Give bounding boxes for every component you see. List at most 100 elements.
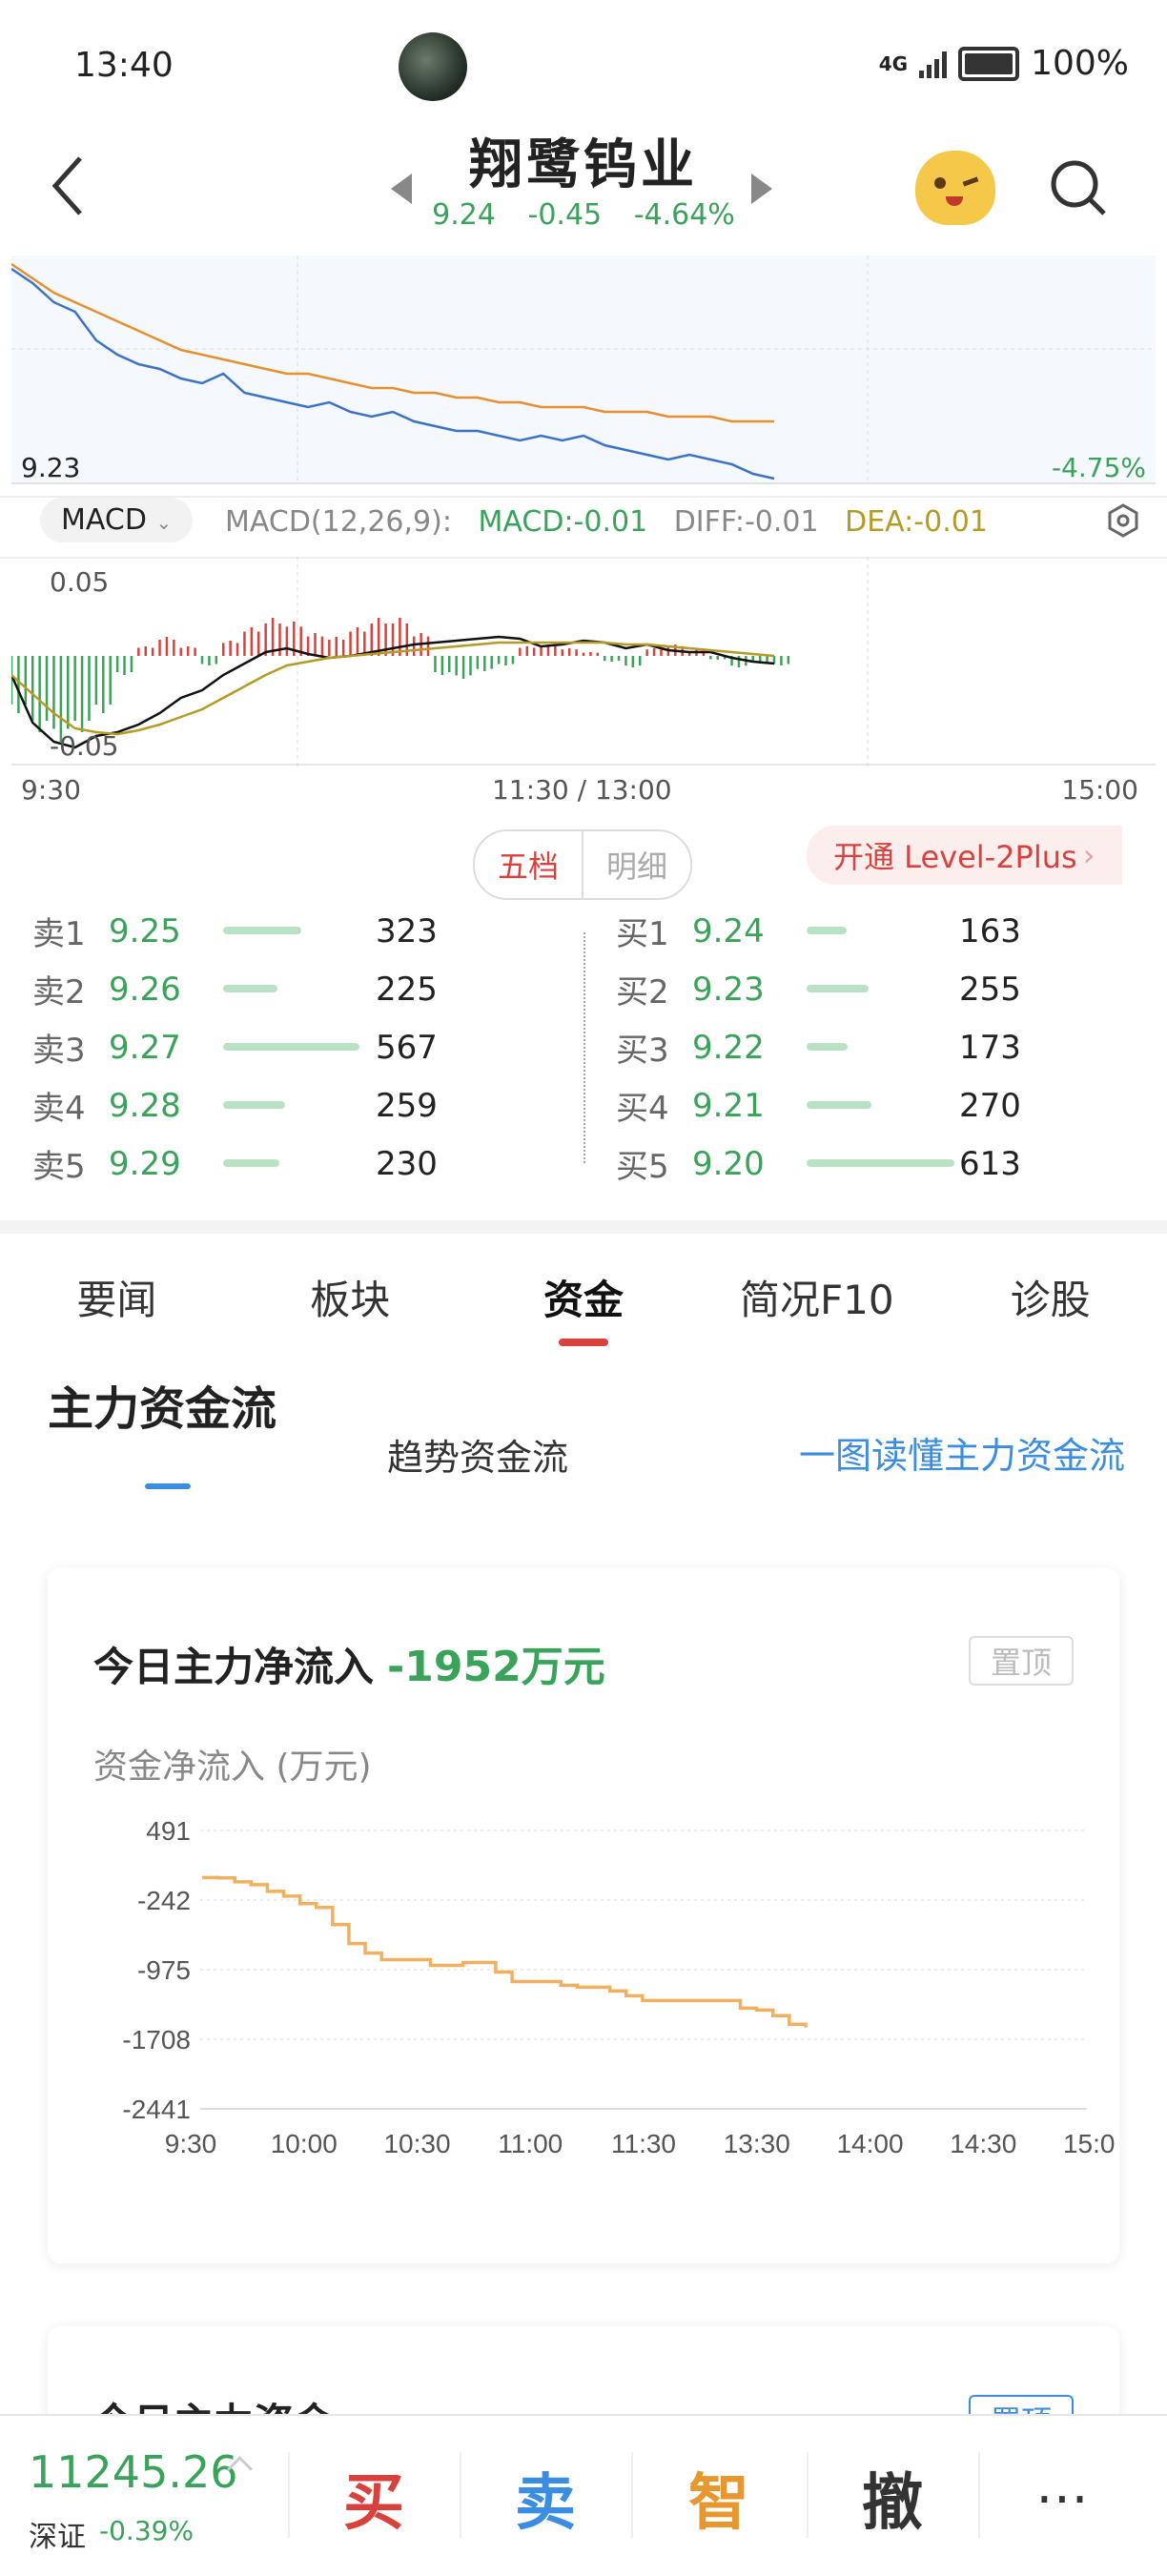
index-pct: -0.39% <box>99 2515 194 2546</box>
net-inflow-value: -1952万元 <box>387 1643 605 1691</box>
buy-volume-bar <box>807 1158 959 1169</box>
buy-level-label: 买3 <box>616 1032 669 1070</box>
macd-top-label: 0.05 <box>50 566 110 598</box>
sell-level-label: 卖3 <box>32 1032 86 1070</box>
sell-level-row[interactable]: 卖2 9.26 225 <box>32 960 438 1018</box>
sell-level-label: 卖4 <box>32 1090 86 1128</box>
sell-level-volume: 323 <box>376 911 438 951</box>
sell-level-price: 9.29 <box>109 1144 181 1183</box>
sell-level-volume: 567 <box>376 1028 438 1067</box>
buy-level-price: 9.22 <box>692 1028 765 1067</box>
price-pct-label: -4.75% <box>1051 452 1146 483</box>
buy-level-volume: 613 <box>959 1144 1021 1183</box>
net-inflow-label: 今日主力净流入 <box>93 1644 375 1690</box>
tab-main-fund-flow[interactable]: 主力资金流 <box>48 1371 276 1438</box>
info-tabs: 要闻 板块 资金 简况F10 诊股 <box>0 1268 1167 1346</box>
status-avatar-icon <box>399 32 467 101</box>
network-icon: 4G <box>878 51 909 75</box>
y-tick-label: -1708 <box>122 2025 191 2055</box>
y-tick-label: -975 <box>137 1955 191 1985</box>
x-tick-label: 14:30 <box>950 2129 1016 2158</box>
more-icon[interactable]: ⋯ <box>1035 2467 1095 2529</box>
x-tick-label: 13:30 <box>724 2129 790 2158</box>
sell-volume-bar <box>223 926 376 936</box>
indicator-selector-label: MACD <box>61 503 147 537</box>
pin-top-button[interactable]: 置顶 <box>969 1636 1074 1686</box>
bottom-divider <box>288 2452 290 2538</box>
tab-trend-fund-flow[interactable]: 趋势资金流 <box>387 1428 568 1481</box>
buy-level-row[interactable]: 买3 9.22 173 <box>616 1018 1021 1076</box>
price-low-label: 9.23 <box>21 452 81 483</box>
buy-level-row[interactable]: 买4 9.21 270 <box>616 1076 1021 1135</box>
tab-details[interactable]: 明细 <box>584 831 690 898</box>
macd-values: MACD(12,26,9): MACD:-0.01 DIFF:-0.01 DEA… <box>225 505 1005 539</box>
sell-level-row[interactable]: 卖5 9.29 230 <box>32 1135 438 1193</box>
stock-price: 9.24 <box>432 198 496 232</box>
tab-sector[interactable]: 板块 <box>234 1268 467 1326</box>
time-mid: 11:30 / 13:00 <box>492 774 672 806</box>
buy-level-price: 9.21 <box>692 1086 765 1125</box>
x-tick-label: 10:00 <box>271 2129 338 2158</box>
smart-button[interactable]: 智 <box>662 2454 776 2542</box>
battery-icon <box>958 46 1020 81</box>
x-tick-label: 9:30 <box>165 2129 217 2158</box>
sell-level-volume: 259 <box>376 1086 438 1125</box>
y-tick-label: -2441 <box>122 2095 191 2124</box>
stock-change: -0.45 <box>527 198 603 232</box>
sell-level-label: 卖2 <box>32 973 86 1012</box>
sell-level-volume: 230 <box>376 1144 438 1183</box>
time-end: 15:00 <box>1061 774 1138 806</box>
tab-five-levels[interactable]: 五档 <box>475 831 584 898</box>
buy-volume-bar <box>807 984 959 994</box>
active-tab-underline <box>145 1483 191 1489</box>
sell-volume-bar <box>223 984 376 994</box>
sell-button[interactable]: 卖 <box>488 2454 603 2542</box>
buy-level-row[interactable]: 买5 9.20 613 <box>616 1135 1021 1193</box>
intraday-price-chart[interactable] <box>11 256 1156 484</box>
buy-level-row[interactable]: 买1 9.24 163 <box>616 902 1021 960</box>
search-icon[interactable] <box>1049 158 1108 217</box>
macd-bottom-label: -0.05 <box>50 730 119 762</box>
sell-level-row[interactable]: 卖1 9.25 323 <box>32 902 438 960</box>
index-value[interactable]: 11245.26 <box>29 2446 238 2498</box>
macd-value: MACD:-0.01 <box>478 505 648 539</box>
level2-upgrade-button[interactable]: 开通 Level-2Plus › <box>807 826 1122 885</box>
tab-news[interactable]: 要闻 <box>0 1268 234 1326</box>
settings-gear-icon[interactable] <box>1106 503 1140 538</box>
fund-flow-explain-link[interactable]: 一图读懂主力资金流 <box>799 1426 1125 1479</box>
tab-funds[interactable]: 资金 <box>467 1268 701 1346</box>
price-chart-bg <box>11 256 1156 484</box>
buy-level-volume: 173 <box>959 1028 1021 1067</box>
buy-level-price: 9.20 <box>692 1144 765 1183</box>
section-separator <box>0 1220 1167 1234</box>
buy-volume-bar <box>807 926 959 936</box>
buy-level-label: 买4 <box>616 1090 669 1128</box>
orderbook-tabs: 五档 明细 <box>473 829 692 900</box>
x-tick-label: 15:00 <box>1063 2129 1116 2158</box>
sell-level-row[interactable]: 卖3 9.27 567 <box>32 1018 438 1076</box>
net-inflow-chart[interactable]: 491 -242 -975 -1708 -2441 9:30 10:00 10:30 11:00… <box>95 1802 1116 2164</box>
sell-level-row[interactable]: 卖4 9.28 259 <box>32 1076 438 1135</box>
sell-level-volume: 225 <box>376 970 438 1009</box>
buy-level-label: 买5 <box>616 1148 669 1186</box>
tab-diagnosis[interactable]: 诊股 <box>933 1268 1167 1326</box>
mascot-icon[interactable] <box>915 151 995 225</box>
indicator-selector[interactable]: MACD ⌄ <box>40 498 194 542</box>
status-right: 4G 100% <box>879 44 1129 83</box>
sell-level-label: 卖5 <box>32 1148 86 1186</box>
sell-volume-bar <box>223 1158 376 1169</box>
sell-volume-bar <box>223 1042 376 1053</box>
buy-level-row[interactable]: 买2 9.23 255 <box>616 960 1021 1018</box>
buy-level-volume: 163 <box>959 911 1021 951</box>
dea-line <box>11 641 775 736</box>
chevron-right-icon: › <box>1082 837 1095 873</box>
buy-button[interactable]: 买 <box>317 2454 431 2542</box>
cancel-order-button[interactable]: 撤 <box>835 2454 950 2542</box>
sell-level-price: 9.26 <box>109 970 181 1009</box>
buy-level-price: 9.23 <box>692 970 765 1009</box>
tab-f10[interactable]: 简况F10 <box>700 1268 933 1326</box>
macd-chart[interactable] <box>11 557 1156 767</box>
y-tick-label: -242 <box>137 1886 191 1915</box>
buy-level-volume: 270 <box>959 1086 1021 1125</box>
buy-level-label: 买1 <box>616 915 669 953</box>
